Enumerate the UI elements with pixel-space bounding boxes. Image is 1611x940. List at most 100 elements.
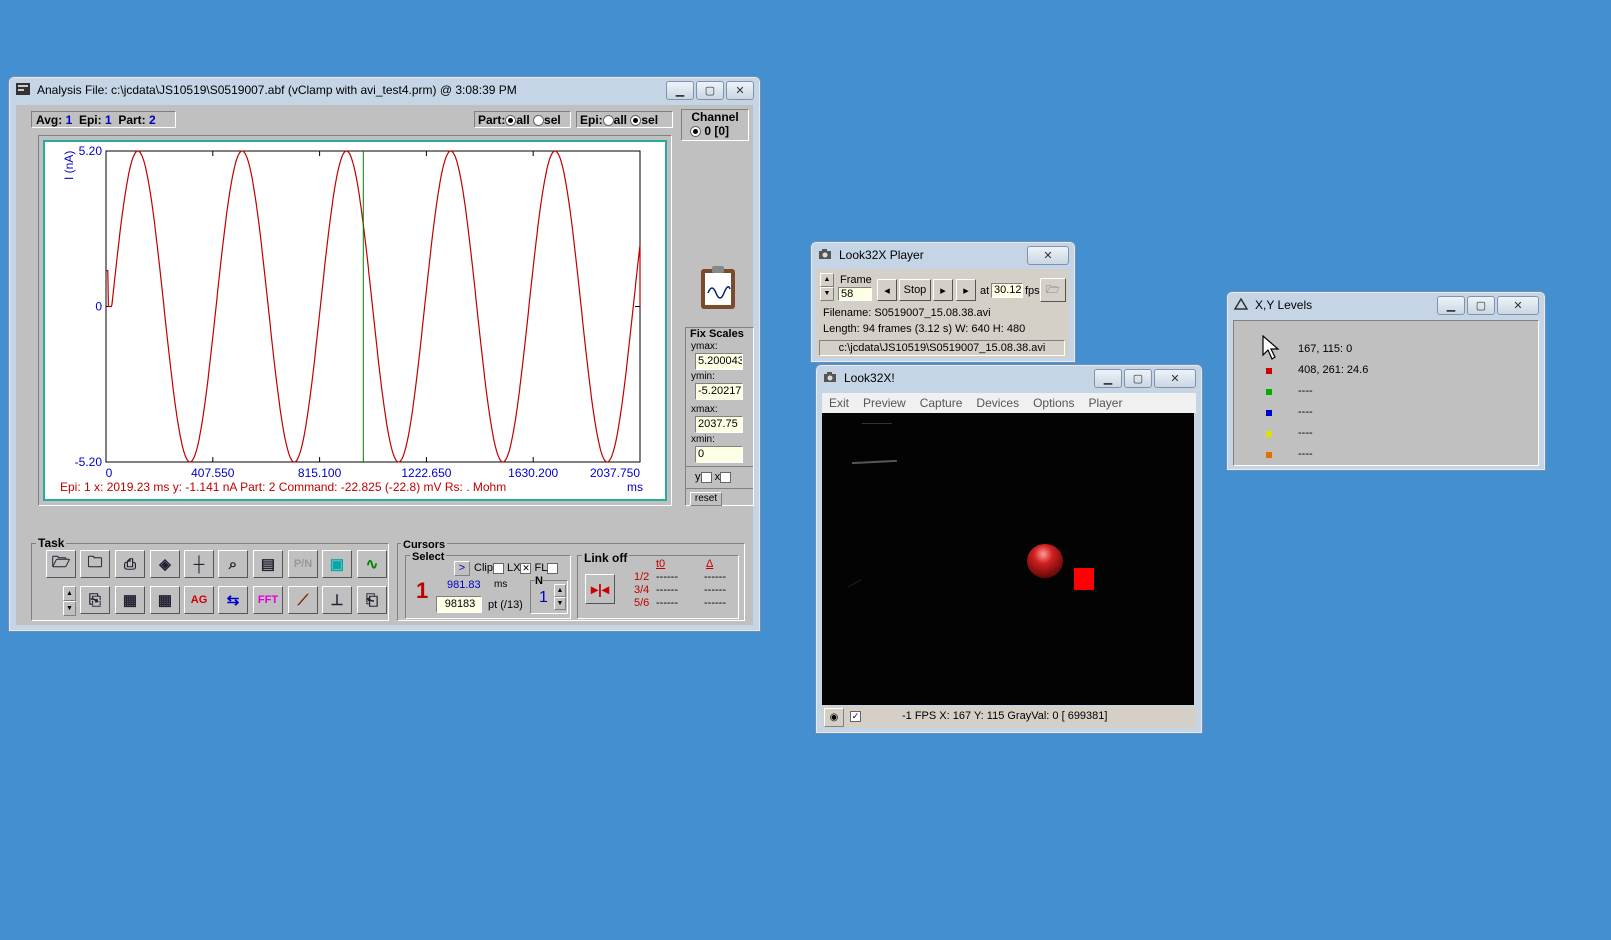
clip-button[interactable]: ⎘	[80, 586, 110, 614]
crosshair-button[interactable]: ┼	[184, 550, 214, 578]
ymax-field[interactable]: 5.200043	[695, 353, 743, 370]
fps-field[interactable]: 30.12	[991, 283, 1023, 298]
xy-title: X,Y Levels	[1255, 298, 1313, 312]
play-button[interactable]: ▸	[956, 279, 976, 301]
menu-item-player[interactable]: Player	[1081, 396, 1129, 410]
player-close-button[interactable]: ✕	[1027, 246, 1069, 265]
open-folder-button[interactable]: 🗀	[80, 550, 110, 578]
calc-f-button[interactable]: ▦	[115, 586, 145, 614]
next-frame-button[interactable]: ▸	[933, 279, 953, 301]
cursor-pt-field[interactable]: 98183	[436, 596, 482, 613]
part-sel-radio[interactable]	[533, 115, 545, 127]
length-line: Length: 94 frames (3.12 s) W: 640 H: 480	[823, 323, 1026, 335]
stop-button[interactable]: Stop	[899, 279, 931, 301]
channel-radio[interactable]	[690, 126, 701, 138]
look-close-button[interactable]: ✕	[1154, 369, 1196, 388]
frame-field[interactable]: 58	[838, 287, 872, 301]
frame-down-button[interactable]: ▼	[820, 287, 834, 301]
xy-minimize-button[interactable]: ▁	[1437, 296, 1465, 315]
tracking-marker	[1074, 568, 1094, 590]
t0-header: t0	[656, 558, 666, 570]
n-down-button[interactable]: ▼	[554, 597, 566, 610]
plot-status-line: Epi: 1 x: 2019.23 ms y: -1.141 nA Part: …	[60, 480, 506, 494]
analysis-titlebar[interactable]: Analysis File: c:\jcdata\JS10519\S051900…	[9, 77, 760, 103]
xy-window: X,Y Levels ▁ ▢ ✕ 167, 115: 0 408, 261: 24…	[1226, 291, 1546, 471]
epi-sel-radio[interactable]	[630, 115, 642, 127]
snapshot-button[interactable]: ◉	[824, 708, 844, 727]
look-titlebar[interactable]: Look32X! ▁ ▢ ✕	[816, 365, 1202, 391]
select-epoch-button[interactable]: ▤	[253, 550, 283, 578]
n-subgroup: N 1 ▲ ▼	[530, 575, 568, 614]
task-up-button[interactable]: ▲	[63, 586, 76, 601]
close-icon: ✕	[1170, 373, 1180, 385]
part-all-radio[interactable]	[505, 115, 517, 127]
y-tick-label: 5.20	[79, 144, 103, 158]
xy-close-button[interactable]: ✕	[1497, 296, 1539, 315]
swap-button[interactable]: ⇆	[218, 586, 248, 614]
epi-all-radio[interactable]	[602, 115, 614, 127]
cursor-number: 1	[416, 578, 429, 603]
ymin-field[interactable]: -5.20217	[695, 383, 743, 400]
baseline-icon: ⊥	[330, 592, 344, 609]
ag-label: AG	[190, 594, 208, 606]
trace-plot[interactable]: 0 407.550 815.100 1222.650 1630.200 2037.750 5…	[43, 140, 667, 501]
cursor-arrow-icon	[1262, 335, 1280, 360]
fl-checkbox[interactable]	[547, 562, 559, 574]
diamond-icon: ◈	[159, 556, 171, 573]
open-file-button[interactable]: 🗁	[46, 550, 76, 578]
pn-button[interactable]: P/N	[288, 550, 318, 578]
fit-button[interactable]: ⟋	[288, 586, 318, 614]
xy-titlebar[interactable]: X,Y Levels ▁ ▢ ✕	[1227, 292, 1545, 318]
menu-item-options[interactable]: Options	[1026, 396, 1081, 410]
link-toggle-button[interactable]: ▸|◂	[585, 574, 615, 604]
clip-checkbox[interactable]	[492, 562, 504, 574]
diamond-button[interactable]: ◈	[150, 550, 180, 578]
open-file-button[interactable]: 🗁	[1040, 278, 1066, 302]
prev-icon: ◂	[884, 284, 890, 297]
y-fix-checkbox[interactable]	[700, 471, 712, 483]
prev-frame-button[interactable]: ◂	[877, 279, 897, 301]
video-view[interactable]	[822, 413, 1194, 705]
avg-value: 1	[65, 113, 73, 127]
live-checkbox[interactable]: ✓	[850, 711, 861, 722]
baseline-button[interactable]: ⊥	[322, 586, 352, 614]
select-label: Select	[410, 551, 447, 563]
zoom-button[interactable]: ⌕	[218, 550, 248, 578]
close-icon: ✕	[1043, 250, 1053, 262]
xmax-field[interactable]: 2037.75	[695, 416, 743, 433]
calc-f-icon: ▦	[122, 592, 138, 609]
export-button[interactable]: ▣	[322, 550, 352, 578]
cursor-ms-unit: ms	[494, 579, 508, 590]
n-up-button[interactable]: ▲	[554, 584, 566, 597]
ag-button[interactable]: AG	[184, 586, 214, 614]
menu-item-capture[interactable]: Capture	[913, 396, 970, 410]
task-down-button[interactable]: ▼	[63, 601, 76, 616]
camera-icon: ◉	[829, 712, 839, 723]
reset-button[interactable]: reset	[690, 492, 722, 506]
attach-button[interactable]: ⎗	[357, 586, 387, 614]
stop-label: Stop	[903, 284, 927, 296]
clipboard-button[interactable]	[699, 265, 737, 311]
xmin-field[interactable]: 0	[695, 446, 743, 463]
xy-maximize-button[interactable]: ▢	[1467, 296, 1495, 315]
menu-item-exit[interactable]: Exit	[822, 396, 856, 410]
menu-item-preview[interactable]: Preview	[856, 396, 913, 410]
camera-button[interactable]: ⎙	[115, 550, 145, 578]
look-minimize-button[interactable]: ▁	[1094, 369, 1122, 388]
minimize-button[interactable]: ▁	[666, 81, 694, 100]
fft-button[interactable]: FFT	[253, 586, 283, 614]
frame-up-button[interactable]: ▲	[820, 273, 834, 287]
graph-button[interactable]: ∿	[357, 550, 387, 578]
maximize-button[interactable]: ▢	[696, 81, 724, 100]
player-titlebar[interactable]: Look32X Player ✕	[811, 242, 1075, 268]
select-next-button[interactable]: >	[454, 561, 470, 576]
pn-label: P/N	[293, 558, 313, 570]
calc-e-button[interactable]: ▦	[150, 586, 180, 614]
x-fix-checkbox[interactable]	[720, 471, 732, 483]
lx-checkbox[interactable]: ✕	[520, 562, 532, 574]
level-color-swatch	[1266, 389, 1272, 395]
look-maximize-button[interactable]: ▢	[1124, 369, 1152, 388]
close-button[interactable]: ✕	[726, 81, 754, 100]
menu-item-devices[interactable]: Devices	[969, 396, 1026, 410]
minimize-icon: ▁	[1103, 373, 1113, 385]
